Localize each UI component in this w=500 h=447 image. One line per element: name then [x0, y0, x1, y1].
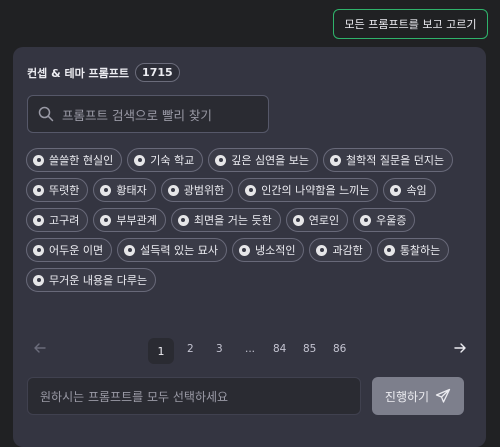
tag-chip-label: 어두운 이면 [49, 244, 104, 257]
chip-row: 뚜렷한 황태자 광범위한 인간의 나약함을 느끼는 속임 [26, 178, 476, 202]
tag-chip-label: 고구려 [49, 214, 80, 227]
view-all-prompts-button[interactable]: 모든 프롬프트를 보고 고르기 [333, 9, 488, 39]
tag-chip[interactable]: 연로인 [285, 208, 349, 232]
tag-chip-label: 냉소적인 [254, 244, 296, 257]
page-link[interactable]: 84 [273, 343, 286, 355]
disc-icon [215, 154, 227, 166]
panel-header: 컨셉 & 테마 프롬프트 1715 [27, 63, 180, 82]
send-icon [435, 388, 451, 403]
disc-icon [390, 184, 402, 196]
page-current-label: 1 [157, 344, 165, 358]
tag-chip-label: 기숙 학교 [150, 154, 195, 167]
disc-icon [100, 184, 112, 196]
disc-icon [177, 214, 189, 226]
tag-chip[interactable]: 과감한 [309, 238, 372, 262]
disc-icon [134, 154, 146, 166]
arrow-left-icon[interactable] [33, 341, 47, 355]
page-link[interactable]: 86 [333, 343, 346, 355]
search-input[interactable]: 프롬프트 검색으로 빨리 찾기 [27, 95, 269, 133]
tag-chip-label: 광범위한 [183, 184, 225, 197]
tag-chip-label: 우울증 [376, 214, 407, 227]
panel-title: 컨셉 & 테마 프롬프트 [27, 66, 130, 80]
tag-chip[interactable]: 철학적 질문을 던지는 [323, 148, 454, 172]
tag-chip[interactable]: 냉소적인 [231, 238, 305, 262]
tag-chip[interactable]: 어두운 이면 [26, 238, 113, 262]
tag-chip[interactable]: 쓸쓸한 현실인 [26, 148, 123, 172]
tag-chip[interactable]: 통찰하는 [376, 238, 450, 262]
disc-icon [383, 244, 395, 256]
page-link[interactable]: 2 [187, 343, 194, 355]
tag-chip[interactable]: 고구려 [26, 208, 89, 232]
disc-icon [33, 244, 44, 256]
prompt-panel: 컨셉 & 테마 프롬프트 1715 프롬프트 검색으로 빨리 찾기 쓸쓸한 현실… [13, 47, 486, 447]
tag-chip-label: 최면을 거는 듯한 [193, 214, 272, 227]
tag-chip-label: 깊은 심연을 보는 [231, 154, 310, 167]
disc-icon [238, 244, 250, 256]
proceed-button[interactable]: 진행하기 [372, 377, 464, 415]
tag-chip-label: 과감한 [332, 244, 363, 257]
disc-icon [360, 214, 372, 226]
tag-chip-label: 뚜렷한 [49, 184, 80, 197]
disc-icon [167, 184, 179, 196]
chip-row: 무거운 내용을 다루는 [26, 268, 476, 292]
tag-chip-label: 인간의 나약함을 느끼는 [261, 184, 370, 197]
tag-chip-label: 연로인 [308, 214, 340, 227]
disc-icon [245, 184, 257, 196]
tag-chip-label: 부부관계 [116, 214, 157, 227]
tag-chip-label: 속임 [406, 184, 427, 197]
tag-chip[interactable]: 우울증 [353, 208, 416, 232]
pagination: 1 2 3 ... 84 85 86 [13, 338, 486, 364]
arrow-right-icon[interactable] [453, 341, 467, 355]
chip-row: 고구려 부부관계 최면을 거는 듯한 연로인 우울증 [26, 208, 476, 232]
tag-chip-label: 통찰하는 [399, 244, 441, 257]
disc-icon [33, 154, 44, 166]
disc-icon [100, 214, 112, 226]
tag-chip[interactable]: 기숙 학교 [127, 148, 204, 172]
page-current[interactable]: 1 [148, 338, 174, 364]
tag-chip[interactable]: 광범위한 [160, 178, 234, 202]
tag-chip[interactable]: 무거운 내용을 다루는 [26, 268, 157, 292]
page-link[interactable]: 3 [216, 343, 223, 355]
disc-icon [124, 244, 136, 256]
page-link[interactable]: 85 [303, 343, 316, 355]
disc-icon [292, 214, 304, 226]
tag-chip[interactable]: 깊은 심연을 보는 [208, 148, 319, 172]
tag-chip[interactable]: 속임 [383, 178, 436, 202]
search-icon [38, 106, 54, 122]
tag-chip[interactable]: 뚜렷한 [26, 178, 89, 202]
proceed-label: 진행하기 [384, 389, 430, 404]
disc-icon [33, 214, 44, 226]
tag-chip[interactable]: 설득력 있는 묘사 [117, 238, 227, 262]
disc-icon [330, 154, 342, 166]
search-placeholder: 프롬프트 검색으로 빨리 찾기 [62, 107, 212, 123]
selected-prompts-placeholder: 원하시는 프롬프트를 모두 선택하세요 [40, 389, 229, 404]
tag-chip[interactable]: 최면을 거는 듯한 [170, 208, 281, 232]
chip-row: 쓸쓸한 현실인 기숙 학교 깊은 심연을 보는 철학적 질문을 던지는 [26, 148, 476, 172]
tag-chip[interactable]: 인간의 나약함을 느끼는 [238, 178, 379, 202]
tag-chip-list: 쓸쓸한 현실인 기숙 학교 깊은 심연을 보는 철학적 질문을 던지는뚜렷한 황태자 광범… [26, 148, 476, 298]
disc-icon [33, 274, 44, 286]
disc-icon [316, 244, 328, 256]
tag-chip[interactable]: 부부관계 [93, 208, 166, 232]
view-all-prompts-label: 모든 프롬프트를 보고 고르기 [344, 18, 477, 31]
chip-row: 어두운 이면 설득력 있는 묘사 냉소적인 과감한 통찰하는 [26, 238, 476, 262]
tag-chip-label: 쓸쓸한 현실인 [49, 154, 114, 167]
tag-chip-label: 황태자 [116, 184, 147, 197]
tag-chip-label: 철학적 질문을 던지는 [346, 154, 445, 167]
selected-prompts-field[interactable]: 원하시는 프롬프트를 모두 선택하세요 [27, 377, 361, 415]
tag-chip-label: 무거운 내용을 다루는 [49, 274, 148, 287]
tag-chip-label: 설득력 있는 묘사 [140, 244, 218, 257]
count-badge: 1715 [135, 63, 180, 82]
tag-chip[interactable]: 황태자 [93, 178, 156, 202]
disc-icon [33, 184, 44, 196]
page-ellipsis: ... [245, 343, 256, 355]
